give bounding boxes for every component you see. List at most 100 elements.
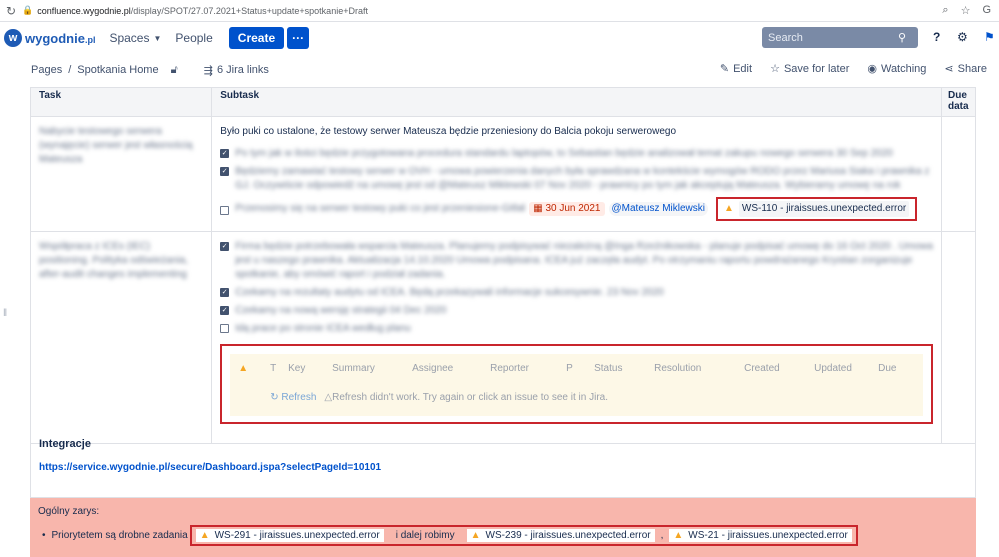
bookmark-star-icon[interactable]: ☆ <box>961 4 971 17</box>
search-icon[interactable]: ⚲ <box>898 31 906 44</box>
people-link[interactable]: People <box>175 31 212 45</box>
share-button[interactable]: ⋖ Share <box>944 62 987 76</box>
integracje-title: Integracje <box>39 438 91 450</box>
breadcrumb-separator: / <box>68 64 72 76</box>
task-item-text: Będziemy zamawiać testowy serwer w OVH -… <box>235 166 930 191</box>
url-host: confluence.wygodnie.pl <box>37 5 131 16</box>
breadcrumb-pages[interactable]: Pages <box>31 64 62 76</box>
page-content: Task Subtask Due data Nabycie testowego … <box>29 87 976 444</box>
watching-button[interactable]: ◉ Watching <box>867 62 927 76</box>
checkbox-checked[interactable]: ✓ <box>220 149 230 158</box>
warning-icon: ▲ <box>470 530 481 541</box>
jira-col-resolution[interactable]: Resolution <box>654 363 744 374</box>
lock-icon: 🔒 <box>22 5 34 15</box>
jira-error-ws-291[interactable]: ▲ WS-291 - jiraissues.unexpected.error <box>195 529 384 542</box>
due-cell <box>941 116 976 232</box>
user-mention[interactable]: @Mateusz Miklewski <box>608 202 709 216</box>
gear-icon[interactable]: ⚙ <box>957 30 968 44</box>
save-for-later-button[interactable]: ☆ Save for later <box>770 62 850 76</box>
due-date-lozenge[interactable]: ▦ 30 Jun 2021 <box>529 202 605 216</box>
page-actions: ✎ Edit ☆ Save for later ◉ Watching ⋖ Share <box>719 62 987 76</box>
table-header-row: Task Subtask Due data <box>29 87 976 117</box>
warning-icon: ▲ <box>724 203 734 214</box>
subtask-cell: ✓ Firma będzie potrzebowała wsparcia Mat… <box>211 231 942 444</box>
task-item-text: Czekamy na nową wersję strategii 04 Dec … <box>235 305 447 316</box>
search-box[interactable]: ⚲ <box>762 27 918 48</box>
zoom-icon[interactable]: ⌕ <box>942 4 948 17</box>
jira-issues-macro: ▲ T Key Summary Assignee Reporter P Stat… <box>230 354 923 416</box>
jira-col-due[interactable]: Due <box>878 363 896 374</box>
jira-col-reporter[interactable]: Reporter <box>490 363 566 374</box>
jira-errors-group: ▲ WS-291 - jiraissues.unexpected.error i … <box>189 525 858 546</box>
jira-error-ws-239[interactable]: ▲ WS-239 - jiraissues.unexpected.error <box>466 529 655 542</box>
edit-button[interactable]: ✎ Edit <box>719 62 752 76</box>
create-button[interactable]: Create <box>228 27 285 49</box>
spaces-menu[interactable]: Spaces ▼ <box>109 31 161 45</box>
refresh-label: Refresh <box>281 391 317 403</box>
task-item: ✓ Po tym jak w ilości będzie przygotowan… <box>220 147 933 161</box>
share-icon: ⋖ <box>944 63 954 75</box>
checkbox-unchecked[interactable] <box>220 324 230 333</box>
create-more-button[interactable]: ··· <box>287 27 310 49</box>
task-text: Nabycie testowego serwera (wynajęcie) se… <box>39 126 193 165</box>
pencil-icon: ✎ <box>719 63 730 75</box>
help-icon[interactable]: ? <box>933 30 940 44</box>
task-item-text: Przenosimy się na serwer testowy puki co… <box>235 203 526 214</box>
refresh-link[interactable]: ↻ Refresh <box>270 392 316 403</box>
task-cell: Nabycie testowego serwera (wynajęcie) se… <box>29 116 213 232</box>
warning-icon: ▲ <box>238 362 249 374</box>
header-due-data: Due data <box>941 87 976 117</box>
task-text: Współpraca z ICEs (IEC) positioning. Pol… <box>39 241 188 280</box>
watching-label: Watching <box>880 62 927 75</box>
breadcrumb-space[interactable]: Spotkania Home <box>77 64 158 76</box>
jira-error-box[interactable]: ▲ WS-110 - jiraissues.unexpected.error <box>716 197 918 221</box>
reload-icon[interactable]: ↻ <box>0 4 22 18</box>
jira-col-assignee[interactable]: Assignee <box>412 363 490 374</box>
checkbox-unchecked[interactable] <box>220 205 230 215</box>
jira-macro-frame: ▲ T Key Summary Assignee Reporter P Stat… <box>220 344 933 424</box>
notifications-icon[interactable]: ⚑ <box>984 30 995 44</box>
save-for-later-label: Save for later <box>783 62 850 75</box>
task-item: ✓ Firma będzie potrzebowała wsparcia Mat… <box>220 240 933 282</box>
refresh-error-message: △Refresh didn't work. Try again or click… <box>324 392 608 403</box>
checkbox-checked[interactable]: ✓ <box>220 242 230 251</box>
due-date-text: 30 Jun 2021 <box>545 203 601 214</box>
jira-col-type[interactable]: T <box>260 363 288 374</box>
jira-col-created[interactable]: Created <box>744 363 814 374</box>
eye-icon: ◉ <box>867 63 877 75</box>
task-item: ✓ Czekamy na rezultaty audytu od ICEA. B… <box>220 286 933 300</box>
unlock-icon[interactable]: 🔓︎ <box>171 64 178 77</box>
ogolny-zarys-panel: Ogólny zarys: • Priorytetem są drobne za… <box>30 498 976 557</box>
bullet-icon: • <box>42 530 46 541</box>
jira-col-priority[interactable]: P <box>566 363 594 374</box>
table-row: Współpraca z ICEs (IEC) positioning. Pol… <box>29 231 976 444</box>
jira-col-summary[interactable]: Summary <box>332 363 412 374</box>
logo-text: wygodnie.pl <box>25 31 95 46</box>
jira-error-ws-21[interactable]: ▲ WS-21 - jiraissues.unexpected.error <box>669 529 852 542</box>
subtask-cell: Było puki co ustalone, że testowy serwer… <box>211 116 942 232</box>
middle-text: i dalej robimy <box>395 530 455 541</box>
sidebar-resize-handle[interactable]: ‖ <box>3 308 7 319</box>
page-toolbar: Pages / Spotkania Home 🔓︎ ⇶ 6 Jira links … <box>0 58 999 82</box>
task-item: ✓ Będziemy zamawiać testowy serwer w OVH… <box>220 165 933 193</box>
comma: , <box>660 530 664 541</box>
jira-col-updated[interactable]: Updated <box>814 363 878 374</box>
url-path: /display/SPOT/27.07.2021+Status+update+s… <box>130 5 368 16</box>
ogolny-zarys-title: Ogólny zarys: <box>38 506 100 517</box>
address-bar[interactable]: confluence.wygodnie.pl/display/SPOT/27.0… <box>37 6 368 16</box>
jira-links[interactable]: ⇶ 6 Jira links <box>204 64 269 77</box>
search-input[interactable] <box>768 31 898 44</box>
logo-suffix: .pl <box>84 34 96 45</box>
logo[interactable]: w wygodnie.pl <box>4 29 95 47</box>
checkbox-checked[interactable]: ✓ <box>220 288 230 297</box>
header-task: Task <box>29 87 213 117</box>
dashboard-link[interactable]: https://service.wygodnie.pl/secure/Dashb… <box>39 462 967 473</box>
jira-link-icon: ⇶ <box>203 64 213 77</box>
warning-outline-icon: △ <box>324 391 333 403</box>
checkbox-checked[interactable]: ✓ <box>220 306 230 315</box>
jira-col-status[interactable]: Status <box>594 363 654 374</box>
extension-icon[interactable]: G <box>982 4 991 17</box>
jira-col-key[interactable]: Key <box>288 363 332 374</box>
checkbox-checked[interactable]: ✓ <box>220 167 230 176</box>
warning-icon: ▲ <box>199 530 210 541</box>
